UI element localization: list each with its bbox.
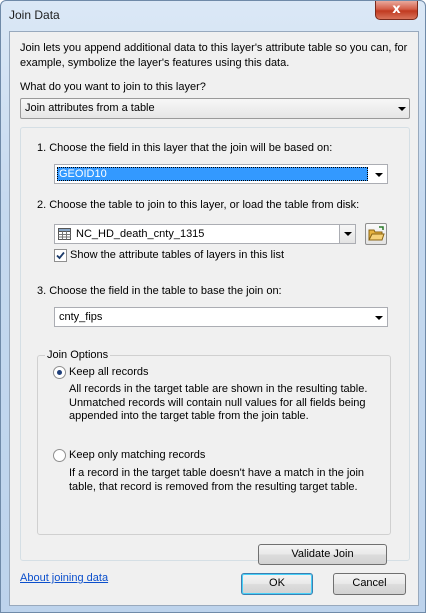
chevron-down-icon xyxy=(375,173,383,177)
show-attribute-tables-checkbox[interactable] xyxy=(54,249,67,262)
close-button[interactable]: x xyxy=(375,1,418,20)
layer-field-value: GEOID10 xyxy=(59,168,107,180)
radio-selected-dot xyxy=(57,370,62,375)
keep-all-records-description: All records in the target table are show… xyxy=(69,383,368,422)
dropdown-button[interactable] xyxy=(339,225,355,243)
keep-all-records-label[interactable]: Keep all records xyxy=(69,366,149,378)
table-field-value: cnty_fips xyxy=(59,311,103,323)
about-joining-data-link[interactable]: About joining data xyxy=(20,572,108,584)
browse-folder-button[interactable] xyxy=(365,223,387,245)
dialog-body: Join lets you append additional data to … xyxy=(9,31,419,606)
checkmark-icon xyxy=(56,251,65,260)
chevron-down-icon xyxy=(375,316,383,320)
step3-label: 3. Choose the field in the table to base… xyxy=(37,285,282,297)
title-bar[interactable]: Join Data x xyxy=(1,1,425,31)
join-type-value: Join attributes from a table xyxy=(25,102,155,114)
join-table-value: NC_HD_death_cnty_1315 xyxy=(76,228,205,240)
join-table-dropdown[interactable]: NC_HD_death_cnty_1315 xyxy=(54,224,356,244)
chevron-down-icon xyxy=(398,107,406,111)
intro-text: Join lets you append additional data to … xyxy=(20,42,408,69)
join-data-window: Join Data x Join lets you append additio… xyxy=(0,0,426,613)
table-field-dropdown[interactable]: cnty_fips xyxy=(54,307,388,327)
step2-label: 2. Choose the table to join to this laye… xyxy=(37,199,360,211)
keep-all-records-radio[interactable] xyxy=(53,366,66,379)
join-type-dropdown[interactable]: Join attributes from a table xyxy=(20,98,410,119)
join-settings-panel: 1. Choose the field in this layer that t… xyxy=(20,127,410,565)
join-options-legend: Join Options xyxy=(45,349,111,361)
validate-join-button[interactable]: Validate Join xyxy=(258,544,387,565)
open-folder-icon xyxy=(368,226,385,241)
table-icon xyxy=(58,228,71,240)
layer-field-dropdown[interactable]: GEOID10 xyxy=(54,164,388,184)
show-attribute-tables-label[interactable]: Show the attribute tables of layers in t… xyxy=(70,249,284,261)
keep-matching-records-description: If a record in the target table doesn't … xyxy=(69,467,365,493)
keep-matching-records-label[interactable]: Keep only matching records xyxy=(69,449,205,461)
layer-field-selection: GEOID10 xyxy=(57,167,368,181)
keep-matching-records-radio[interactable] xyxy=(53,449,66,462)
chevron-down-icon xyxy=(344,232,352,236)
ok-button[interactable]: OK xyxy=(241,573,313,595)
join-question-label: What do you want to join to this layer? xyxy=(20,81,206,93)
close-icon: x xyxy=(392,2,401,17)
join-options-group: Join Options Keep all records All record… xyxy=(37,349,391,535)
step1-label: 1. Choose the field in this layer that t… xyxy=(37,142,333,154)
cancel-button[interactable]: Cancel xyxy=(333,573,406,595)
window-title: Join Data xyxy=(9,8,60,22)
